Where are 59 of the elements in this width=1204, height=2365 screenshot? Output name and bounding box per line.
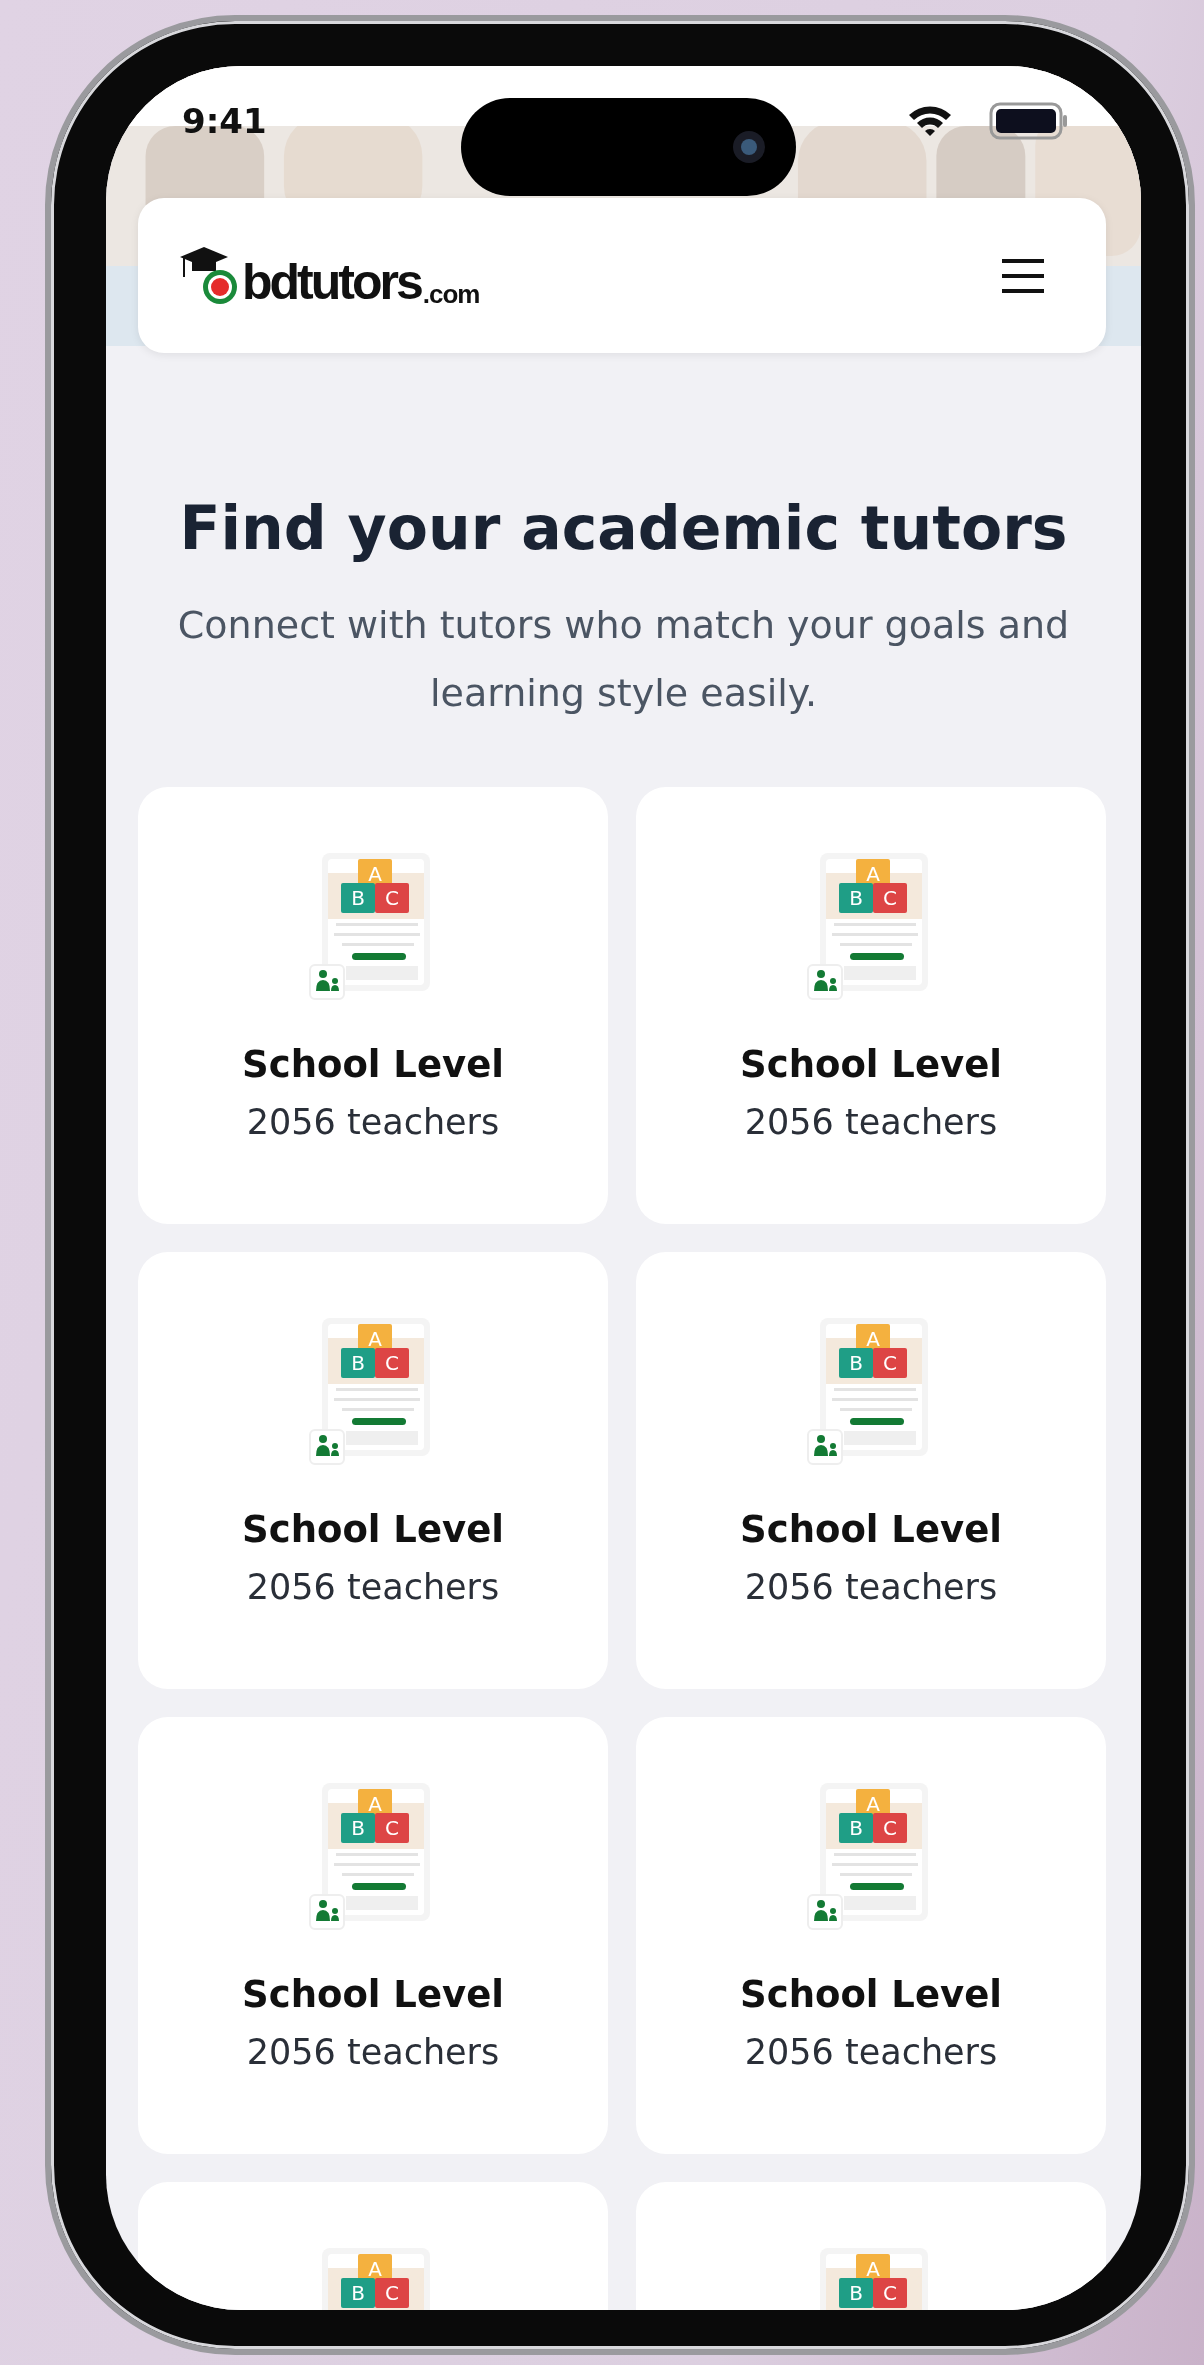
category-title: School Level (740, 1973, 1002, 2016)
block-letter: A (368, 862, 382, 886)
category-card[interactable]: A B C School Level 2056 teachers (138, 1717, 608, 2154)
category-title: School Level (242, 1508, 504, 1551)
block-letter: A (368, 1327, 382, 1351)
category-card[interactable]: A B C (138, 2182, 608, 2310)
teacher-count: 2056 teachers (246, 1102, 500, 1142)
category-card[interactable]: A B C (636, 2182, 1106, 2310)
people-icon (309, 1429, 345, 1465)
teacher-count: 2056 teachers (744, 1102, 998, 1142)
teacher-count: 2056 teachers (744, 1567, 998, 1607)
category-title: School Level (242, 1043, 504, 1086)
logo-text: bdtutors (242, 256, 421, 307)
people-icon (807, 1894, 843, 1930)
camera-icon (732, 130, 766, 164)
teacher-count: 2056 teachers (744, 2032, 998, 2072)
category-card[interactable]: A B C School Level 2056 teachers (636, 1252, 1106, 1689)
wifi-icon (907, 104, 953, 138)
block-letter: A (368, 1792, 382, 1816)
block-letter: C (385, 886, 399, 910)
block-letter: B (351, 2281, 365, 2305)
block-letter: C (883, 1351, 897, 1375)
block-letter: A (866, 1327, 880, 1351)
status-time: 9:41 (182, 101, 267, 141)
page-subtitle: Connect with tutors who match your goals and learning style easily. (176, 602, 1071, 717)
block-letter: C (883, 2281, 897, 2305)
block-letter: B (849, 1816, 863, 1840)
block-letter: A (866, 862, 880, 886)
block-letter: B (351, 1816, 365, 1840)
block-letter: C (385, 1351, 399, 1375)
people-icon (807, 964, 843, 1000)
block-letter: A (368, 2257, 382, 2281)
people-icon (309, 1894, 345, 1930)
logo-suffix: .com (422, 280, 480, 307)
teacher-count: 2056 teachers (246, 1567, 500, 1607)
block-letter: C (385, 1816, 399, 1840)
teacher-count: 2056 teachers (246, 2032, 500, 2072)
category-title: School Level (740, 1508, 1002, 1551)
block-letter: C (883, 886, 897, 910)
block-letter: B (351, 1351, 365, 1375)
category-card[interactable]: A B C School Level 2056 teachers (138, 1252, 608, 1689)
category-card[interactable]: A B C School Level 2056 teachers (636, 1717, 1106, 2154)
people-icon (807, 1429, 843, 1465)
block-letter: C (883, 1816, 897, 1840)
page-title: Find your academic tutors (178, 493, 1069, 563)
block-letter: B (849, 886, 863, 910)
category-card[interactable]: A B C School Level 2056 teachers (636, 787, 1106, 1224)
block-letter: B (849, 2281, 863, 2305)
block-letter: B (351, 886, 365, 910)
block-letter: A (866, 2257, 880, 2281)
people-icon (309, 964, 345, 1000)
category-title: School Level (740, 1043, 1002, 1086)
block-letter: C (385, 2281, 399, 2305)
block-letter: B (849, 1351, 863, 1375)
category-title: School Level (242, 1973, 504, 2016)
battery-icon (989, 102, 1069, 140)
block-letter: A (866, 1792, 880, 1816)
menu-icon (1002, 257, 1044, 294)
category-card[interactable]: A B C School Level 2056 teachers (138, 787, 608, 1224)
